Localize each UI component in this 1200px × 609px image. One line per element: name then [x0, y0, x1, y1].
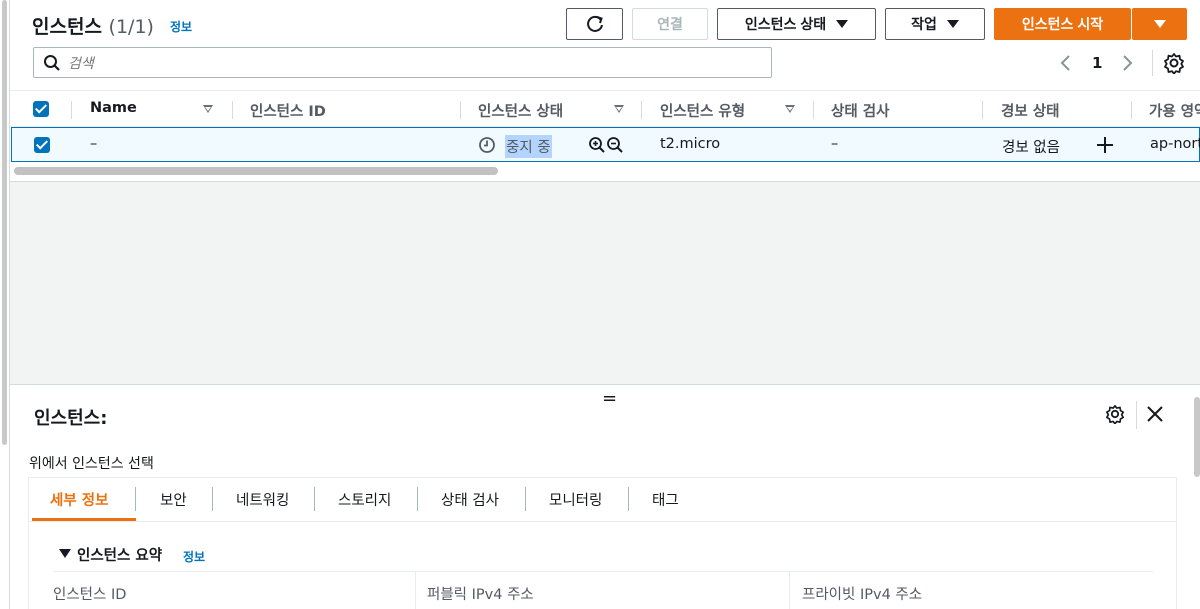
- table-header: Name 인스턴스 ID 인스턴스 상태 인스턴스 유형 상태 검사 경보 상태…: [10, 90, 1200, 127]
- column-divider: [641, 101, 642, 119]
- cell-alarm-status: 경보 없음: [1002, 140, 1060, 156]
- field-label-private-ipv4: 프라이빗 IPv4 주소: [802, 587, 923, 603]
- connect-button-label: 연결: [657, 16, 683, 32]
- cell-status-check: –: [831, 136, 839, 152]
- table-row[interactable]: – 중지 중 t2.micro – 경보 없음 ap-nort: [11, 127, 1200, 162]
- column-header-instance-id[interactable]: 인스턴스 ID: [250, 100, 326, 121]
- column-header-status-check[interactable]: 상태 검사: [831, 100, 889, 121]
- details-scrollbar[interactable]: [1194, 397, 1200, 477]
- panel-resize-handle[interactable]: =: [602, 388, 617, 409]
- tab-divider: [525, 487, 526, 511]
- triangle-down-icon[interactable]: [59, 549, 71, 558]
- search-icon: [44, 55, 60, 71]
- column-divider: [982, 101, 983, 119]
- field-divider: [789, 572, 790, 609]
- cell-instance-type: t2.micro: [660, 136, 721, 152]
- tab-divider: [212, 487, 213, 511]
- settings-icon[interactable]: [1105, 404, 1125, 424]
- info-link[interactable]: 정보: [170, 18, 192, 35]
- tab-details[interactable]: 세부 정보: [50, 489, 108, 510]
- column-header-name[interactable]: Name: [90, 100, 137, 116]
- settings-icon[interactable]: [1163, 52, 1185, 74]
- chevron-left-icon[interactable]: [1059, 54, 1071, 72]
- plus-icon[interactable]: [1096, 136, 1114, 154]
- column-header-alarm-status[interactable]: 경보 상태: [1001, 100, 1059, 121]
- details-tabs: 세부 정보 보안 네트워킹 스토리지 상태 검사 모니터링 태그 인스턴스 요약…: [28, 477, 1177, 609]
- divider: [1136, 401, 1137, 429]
- cell-name: –: [90, 136, 98, 152]
- cell-availability-zone: ap-nort: [1150, 136, 1200, 152]
- column-divider: [71, 101, 72, 119]
- current-page[interactable]: 1: [1092, 54, 1102, 72]
- actions-label: 작업: [911, 16, 937, 32]
- horizontal-scrollbar[interactable]: [14, 167, 498, 175]
- launch-instance-label: 인스턴스 시작: [1021, 16, 1104, 32]
- divider: [1152, 50, 1153, 76]
- ec2-instances-console: 인스턴스 (1/1) 정보 연결 인스턴스 상태 작업 인스턴스 시작 1: [0, 0, 1200, 609]
- column-header-instance-state[interactable]: 인스턴스 상태: [478, 100, 563, 121]
- instance-count: (1/1): [108, 16, 154, 38]
- field-label-public-ipv4: 퍼블릭 IPv4 주소: [427, 587, 534, 603]
- select-all-checkbox[interactable]: [33, 101, 49, 117]
- page-title: 인스턴스 (1/1): [32, 12, 154, 39]
- zoom-out-icon[interactable]: [606, 136, 624, 154]
- column-header-availability-zone[interactable]: 가용 영역: [1149, 100, 1200, 121]
- tab-networking[interactable]: 네트워킹: [236, 489, 289, 510]
- column-divider: [460, 101, 461, 119]
- tab-storage[interactable]: 스토리지: [338, 489, 391, 510]
- column-divider: [1131, 101, 1132, 119]
- tab-status-checks[interactable]: 상태 검사: [441, 489, 499, 510]
- column-divider: [813, 101, 814, 119]
- refresh-icon: [586, 15, 603, 32]
- instances-panel: 인스턴스 (1/1) 정보 연결 인스턴스 상태 작업 인스턴스 시작 1: [10, 0, 1200, 182]
- instance-state-dropdown[interactable]: 인스턴스 상태: [717, 8, 876, 40]
- tabs-divider: [29, 521, 1176, 522]
- refresh-button[interactable]: [566, 8, 623, 40]
- sort-icon[interactable]: [614, 105, 624, 113]
- search-bar[interactable]: [33, 47, 772, 78]
- search-input[interactable]: [68, 52, 748, 74]
- column-divider: [232, 101, 233, 119]
- tab-divider: [628, 487, 629, 511]
- left-scrollbar[interactable]: [0, 0, 10, 609]
- details-subtitle: 위에서 인스턴스 선택: [29, 456, 154, 472]
- connect-button[interactable]: 연결: [632, 8, 708, 40]
- tab-divider: [314, 487, 315, 511]
- row-checkbox[interactable]: [34, 137, 50, 153]
- details-title: 인스턴스:: [34, 408, 108, 429]
- tab-divider: [135, 487, 136, 511]
- page-title-text: 인스턴스: [32, 16, 102, 38]
- actions-dropdown[interactable]: 작업: [885, 8, 985, 40]
- caret-down-icon: [836, 20, 849, 28]
- tab-monitoring[interactable]: 모니터링: [549, 489, 602, 510]
- caret-down-icon: [1153, 20, 1166, 28]
- clock-icon: [479, 137, 495, 153]
- field-divider: [415, 572, 416, 609]
- section-title[interactable]: 인스턴스 요약: [77, 544, 162, 565]
- details-panel: 인스턴스: 위에서 인스턴스 선택 세부 정보 보안 네트워킹 스토리지 상태 …: [10, 384, 1200, 609]
- tab-security[interactable]: 보안: [160, 489, 187, 510]
- caret-down-icon: [946, 20, 959, 28]
- zoom-in-icon[interactable]: [588, 136, 606, 154]
- sort-icon[interactable]: [785, 105, 795, 113]
- field-label-instance-id: 인스턴스 ID: [53, 587, 127, 603]
- launch-instance-dropdown[interactable]: [1132, 8, 1187, 40]
- section-divider: [53, 571, 1153, 572]
- section-info-link[interactable]: 정보: [183, 548, 205, 565]
- instance-state-label: 인스턴스 상태: [744, 16, 827, 32]
- tab-tags[interactable]: 태그: [652, 489, 679, 510]
- sort-icon[interactable]: [203, 105, 213, 113]
- close-icon[interactable]: [1147, 406, 1163, 422]
- cell-instance-state: 중지 중: [505, 135, 552, 158]
- tab-divider: [417, 487, 418, 511]
- column-header-instance-type[interactable]: 인스턴스 유형: [660, 100, 745, 121]
- chevron-right-icon[interactable]: [1122, 54, 1134, 72]
- left-scrollbar-thumb[interactable]: [2, 0, 7, 445]
- launch-instance-button[interactable]: 인스턴스 시작: [994, 8, 1131, 40]
